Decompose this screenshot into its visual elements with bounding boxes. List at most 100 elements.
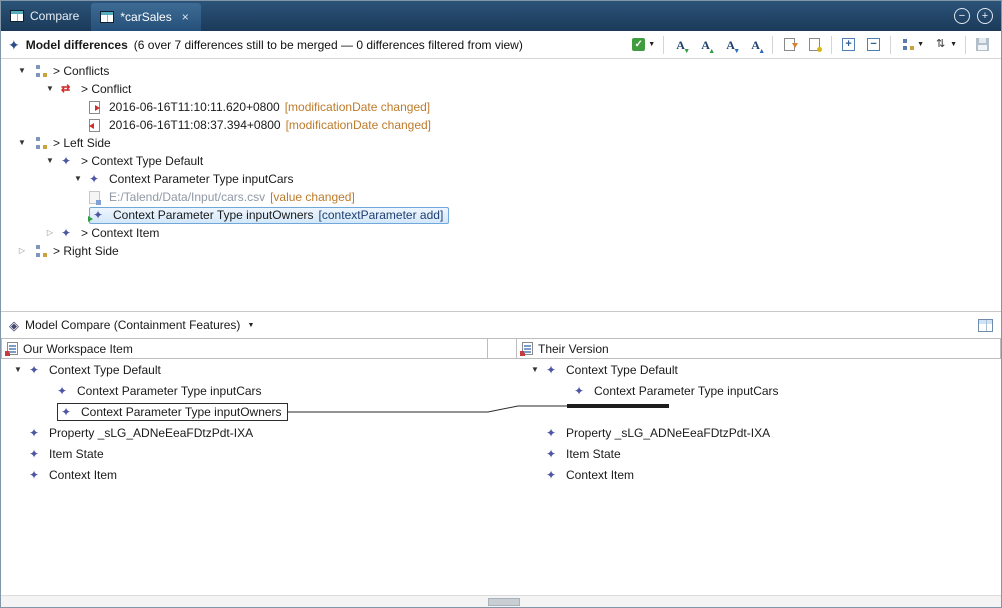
selected-difference[interactable]: ✦ Context Parameter Type inputOwners [co…	[89, 207, 449, 224]
save-icon	[976, 38, 989, 51]
group-icon	[33, 244, 48, 258]
change-annotation: [contextParameter add]	[319, 208, 444, 222]
tree-row-context-item[interactable]: ▷ ✦ > Context Item	[1, 224, 1001, 242]
left-row-input-cars[interactable]: ✦ Context Parameter Type inputCars	[1, 380, 488, 401]
model-differences-header: ✦ Model differences (6 over 7 difference…	[1, 31, 1001, 59]
left-row-context-type-default[interactable]: ▼ ✦ Context Type Default	[1, 359, 488, 380]
model-element-icon: ✦	[61, 155, 71, 167]
our-workspace-item-header: Our Workspace Item	[1, 338, 488, 359]
compare-row-label: Item State	[566, 447, 621, 461]
compare-editor-icon	[10, 10, 24, 22]
highlighted-difference-box[interactable]: ✦ Context Parameter Type inputOwners	[57, 403, 288, 421]
green-arrow-down-icon: ▼	[683, 48, 690, 55]
model-compare-title: Model Compare (Containment Features)	[25, 318, 240, 332]
group-icon	[33, 64, 48, 78]
tree-row-conflicts[interactable]: ▼ > Conflicts	[1, 62, 1001, 80]
right-row-context-type-default[interactable]: ▼ ✦ Context Type Default	[518, 359, 1001, 380]
expander-open-icon[interactable]: ▼	[7, 366, 29, 374]
compare-row-label: Property _sLG_ADNeEeaFDtzPdt-IXA	[49, 426, 253, 440]
chevron-down-icon: ▼	[950, 41, 957, 48]
accept-change-button[interactable]: A▼	[669, 35, 692, 55]
value-change-icon	[89, 191, 100, 204]
left-row-item-state[interactable]: ✦ Item State	[1, 443, 488, 464]
left-row-property[interactable]: ✦ Property _sLG_ADNeEeaFDtzPdt-IXA	[1, 422, 488, 443]
compare-row-label: Context Item	[49, 468, 117, 482]
compare-editor-icon	[100, 11, 114, 23]
tree-row-input-owners-selected[interactable]: ✦ Context Parameter Type inputOwners [co…	[1, 206, 1001, 224]
tree-row-cars-csv[interactable]: E:/Talend/Data/Input/cars.csv [value cha…	[1, 188, 1001, 206]
previous-difference-icon	[809, 38, 820, 51]
model-element-icon: ✦	[61, 406, 71, 418]
expander-open-icon[interactable]: ▼	[524, 366, 546, 374]
right-row-input-cars[interactable]: ✦ Context Parameter Type inputCars	[518, 380, 1001, 401]
right-row-context-item[interactable]: ✦ Context Item	[518, 464, 1001, 485]
editor-tabbar: Compare *carSales × − +	[1, 1, 1001, 31]
their-version-header: Their Version	[516, 338, 1001, 359]
reject-change-button[interactable]: A▼	[719, 35, 742, 55]
maximize-view-button[interactable]: +	[977, 8, 993, 24]
toolbar-separator	[890, 36, 891, 54]
model-compare-header: ◈ Model Compare (Containment Features) ▼	[1, 312, 1001, 338]
model-element-add-icon: ✦	[93, 209, 103, 221]
model-element-icon: ✦	[29, 469, 39, 481]
filter-differences-dropdown[interactable]: ⇅ ▼	[929, 35, 960, 55]
left-row-input-owners[interactable]: ✦ Context Parameter Type inputOwners	[1, 401, 488, 422]
tree-row-right-side[interactable]: ▷ > Right Side	[1, 242, 1001, 260]
conflict-icon: ⇄	[61, 84, 70, 95]
tab-compare[interactable]: Compare	[1, 1, 91, 31]
right-row-item-state[interactable]: ✦ Item State	[518, 443, 1001, 464]
expander-open-icon[interactable]: ▼	[39, 85, 61, 93]
toolbar-separator	[663, 36, 664, 54]
expander-open-icon[interactable]: ▼	[39, 157, 61, 165]
group-by-icon	[901, 38, 915, 51]
tree-row-label: > Right Side	[53, 244, 119, 258]
group-differences-dropdown[interactable]: ▼	[896, 35, 927, 55]
tree-row-modification-right[interactable]: 2016-06-16T11:08:37.394+0800 [modificati…	[1, 116, 1001, 134]
right-row-property[interactable]: ✦ Property _sLG_ADNeEeaFDtzPdt-IXA	[518, 422, 1001, 443]
tree-row-conflict[interactable]: ▼ ⇄ > Conflict	[1, 80, 1001, 98]
differences-tree: ▼ > Conflicts ▼ ⇄ > Conflict 2016-06-16T…	[1, 59, 1001, 311]
model-element-icon: ✦	[546, 427, 556, 439]
view-controls: − +	[954, 8, 993, 24]
change-annotation: [modificationDate changed]	[286, 118, 431, 132]
tree-row-label: > Context Item	[81, 226, 159, 240]
filter-icon: ⇅	[936, 39, 945, 50]
reject-all-changes-button[interactable]: A▲	[744, 35, 767, 55]
horizontal-scrollbar[interactable]	[1, 595, 1001, 607]
workspace-item-icon	[7, 342, 18, 355]
model-compare-icon: ◈	[9, 319, 19, 332]
show-merged-differences-toggle[interactable]: ✓ ▼	[627, 35, 658, 55]
close-tab-icon[interactable]: ×	[182, 10, 189, 24]
model-differences-icon: ✦	[8, 38, 20, 52]
previous-difference-button[interactable]	[803, 35, 826, 55]
tab-carsales[interactable]: *carSales ×	[91, 3, 200, 31]
collapse-all-button[interactable]: −	[862, 35, 885, 55]
chevron-down-icon[interactable]: ▼	[247, 322, 254, 329]
layout-toggle-button[interactable]	[978, 319, 993, 332]
expand-all-button[interactable]: +	[837, 35, 860, 55]
tree-row-label: > Conflicts	[53, 64, 109, 78]
tree-row-left-side[interactable]: ▼ > Left Side	[1, 134, 1001, 152]
tree-row-label: Context Parameter Type inputOwners	[113, 208, 314, 222]
tree-row-label: > Left Side	[53, 136, 111, 150]
scrollbar-thumb[interactable]	[488, 598, 520, 606]
expander-open-icon[interactable]: ▼	[67, 175, 89, 183]
change-left-icon	[89, 101, 100, 114]
minimize-view-button[interactable]: −	[954, 8, 970, 24]
expander-closed-icon[interactable]: ▷	[39, 229, 61, 237]
model-element-icon: ✦	[29, 448, 39, 460]
change-annotation: [modificationDate changed]	[285, 100, 430, 114]
their-version-icon	[522, 342, 533, 355]
expander-open-icon[interactable]: ▼	[11, 67, 33, 75]
model-element-icon: ✦	[57, 385, 67, 397]
tree-row-context-type-default[interactable]: ▼ ✦ > Context Type Default	[1, 152, 1001, 170]
tree-row-modification-left[interactable]: 2016-06-16T11:10:11.620+0800 [modificati…	[1, 98, 1001, 116]
left-row-context-item[interactable]: ✦ Context Item	[1, 464, 488, 485]
expander-open-icon[interactable]: ▼	[11, 139, 33, 147]
save-comparison-button[interactable]	[971, 35, 994, 55]
next-difference-button[interactable]	[778, 35, 801, 55]
accept-all-changes-button[interactable]: A▲	[694, 35, 717, 55]
expander-closed-icon[interactable]: ▷	[11, 247, 33, 255]
model-element-icon: ✦	[546, 469, 556, 481]
tree-row-input-cars[interactable]: ▼ ✦ Context Parameter Type inputCars	[1, 170, 1001, 188]
